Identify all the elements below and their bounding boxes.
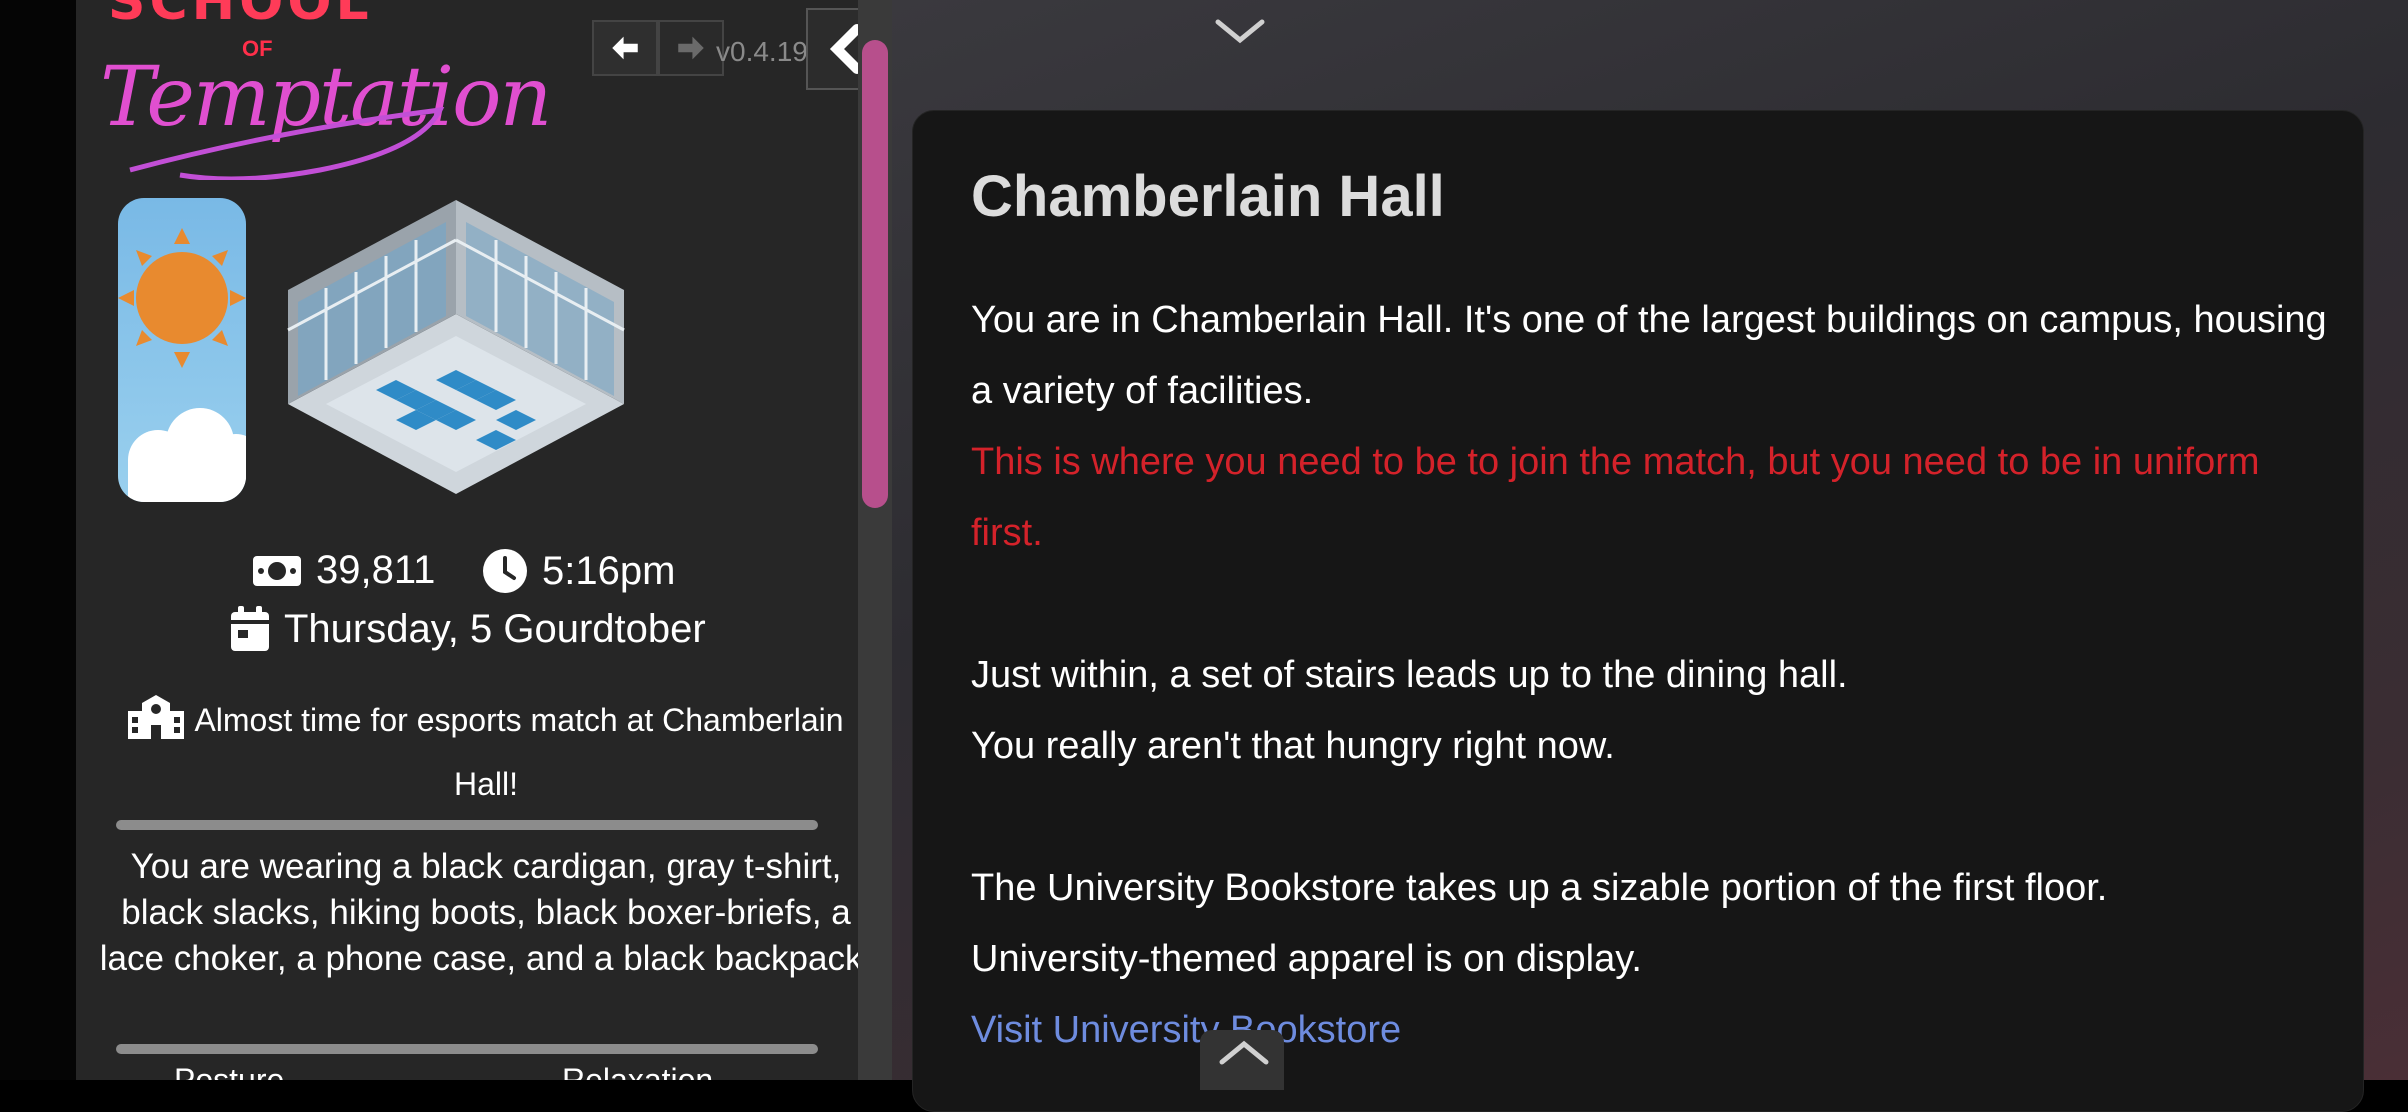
- arrow-right-icon: [678, 36, 704, 60]
- visit-bookstore-link[interactable]: Visit University Bookstore: [971, 1009, 1401, 1051]
- money-stat: 39,811: [252, 548, 435, 593]
- sidebar-scrollbar-thumb[interactable]: [862, 40, 888, 508]
- game-logo: SCHOOL OF Temptation: [100, 0, 552, 185]
- event-notice-text: Almost time for esports match at Chamber…: [194, 702, 844, 802]
- outfit-description: You are wearing a black cardigan, gray t…: [99, 847, 873, 978]
- divider: [116, 1044, 818, 1054]
- left-gutter: [0, 0, 76, 1080]
- cash-icon: [252, 552, 302, 590]
- date-value: Thursday, 5 Gourdtober: [284, 606, 706, 651]
- forward-button[interactable]: [658, 20, 724, 76]
- sun-cloud-icon: [118, 228, 246, 502]
- clock-icon: [482, 548, 528, 594]
- divider: [116, 820, 818, 830]
- event-notice: Almost time for esports match at Chamber…: [96, 692, 876, 812]
- passage-body: You are in Chamberlain Hall. It's one of…: [971, 285, 2331, 1066]
- stat-label-posture: Posture: [174, 1062, 285, 1080]
- version-label: v0.4.19: [716, 36, 808, 67]
- chevron-up-icon[interactable]: [1216, 1036, 1272, 1070]
- time-stat: 5:16pm: [482, 548, 675, 594]
- passage-paragraph: You are in Chamberlain Hall. It's one of…: [971, 299, 2327, 412]
- passage-line: Just within, a set of stairs leads up to…: [971, 654, 1848, 696]
- passage-line: The University Bookstore takes up a siza…: [971, 867, 2108, 909]
- building-isometric-icon: [287, 200, 625, 494]
- calendar-icon: [230, 606, 270, 652]
- sidebar: SCHOOL OF Temptation v0.4.19 39,811 5:16…: [76, 0, 892, 1080]
- time-value: 5:16pm: [542, 548, 676, 593]
- date-stat: Thursday, 5 Gourdtober: [230, 606, 706, 652]
- chevron-down-icon[interactable]: [1212, 14, 1268, 48]
- passage-card: Chamberlain Hall You are in Chamberlain …: [912, 110, 2364, 1112]
- stat-label-relaxation: Relaxation: [562, 1062, 714, 1080]
- logo-top-text: SCHOOL: [108, 0, 373, 32]
- money-value: 39,811: [316, 548, 436, 592]
- passage-warning: This is where you need to be to join the…: [971, 441, 2260, 554]
- school-icon: [128, 695, 185, 756]
- logo-swoosh-icon: [129, 106, 445, 180]
- passage-line: University-themed apparel is on display.: [971, 938, 1642, 980]
- weather-widget: [118, 198, 246, 502]
- back-button[interactable]: [592, 20, 658, 76]
- passage-title: Chamberlain Hall: [971, 164, 1445, 229]
- arrow-left-icon: [612, 36, 638, 60]
- main-panel: Chamberlain Hall You are in Chamberlain …: [892, 0, 2408, 1112]
- passage-line: You really aren't that hungry right now.: [971, 725, 1615, 767]
